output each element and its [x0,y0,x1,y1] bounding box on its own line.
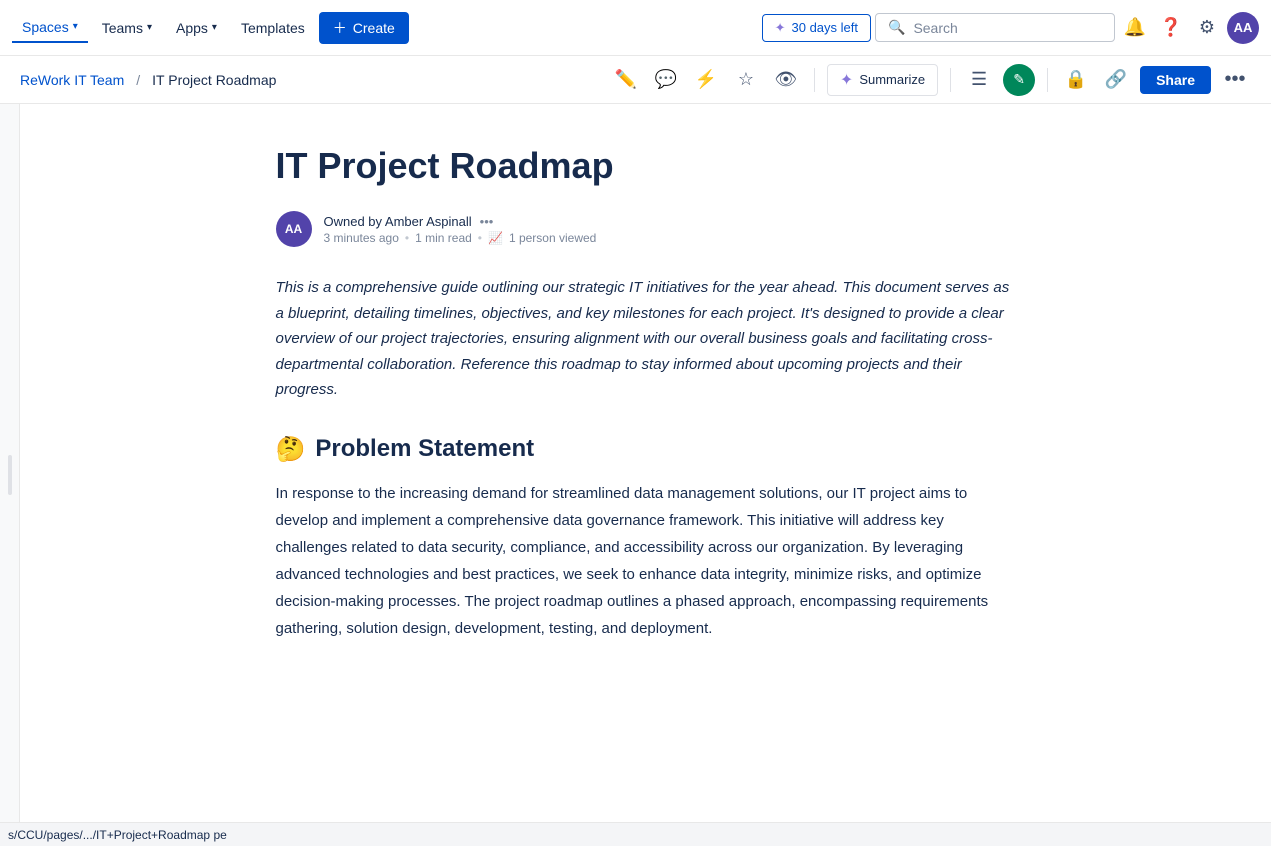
spaces-label: Spaces [22,19,69,35]
create-button[interactable]: ＋ Create [319,12,409,44]
gear-icon: ⚙ [1199,17,1215,38]
more-options-button[interactable]: ••• [1219,64,1251,96]
trial-badge[interactable]: ✦ 30 days left [762,14,871,42]
apps-label: Apps [176,20,208,36]
url-text: s/CCU/pages/.../IT+Project+Roadmap [8,828,210,842]
apps-chevron-icon: ▾ [212,22,217,33]
watch-button[interactable]: 👁 [770,64,802,96]
nav-apps[interactable]: Apps ▾ [166,14,227,42]
section1-title: Problem Statement [315,435,534,463]
nav-templates[interactable]: Templates [231,14,315,42]
activity-button[interactable]: ⚡ [690,64,722,96]
owner-more-options[interactable]: ••• [480,214,494,229]
views-icon: 📈 [488,231,503,245]
link-icon: 🔗 [1105,69,1127,90]
notifications-button[interactable]: 🔔 [1119,12,1151,44]
read-time: 1 min read [415,231,472,245]
avatar-initials: AA [1234,20,1253,35]
toolbar-divider-2 [950,68,951,92]
document-toolbar: ReWork IT Team / IT Project Roadmap ✏️ 💬… [0,56,1271,104]
status-url: s/CCU/pages/.../IT+Project+Roadmap pe [8,828,227,842]
list-button[interactable]: ☰ [963,64,995,96]
lock-button[interactable]: 🔒 [1060,64,1092,96]
editor-icon: ✎ [1013,71,1025,88]
summarize-label: Summarize [859,72,925,87]
time-ago: 3 minutes ago [324,231,399,245]
search-icon: 🔍 [888,19,905,36]
sidebar [0,104,20,846]
comment-button[interactable]: 💬 [650,64,682,96]
owner-info: Owned by Amber Aspinall ••• [324,214,597,229]
user-avatar[interactable]: AA [1227,12,1259,44]
ai-sparkle-icon: ✦ [840,70,853,90]
search-box[interactable]: 🔍 Search [875,13,1115,42]
document-intro: This is a comprehensive guide outlining … [276,275,1016,403]
lock-icon: 🔒 [1065,69,1087,90]
settings-button[interactable]: ⚙ [1191,12,1223,44]
author-initials: AA [285,222,302,236]
teams-chevron-icon: ▾ [147,22,152,33]
status-bar: s/CCU/pages/.../IT+Project+Roadmap pe [0,822,1271,846]
breadcrumb-team[interactable]: ReWork IT Team [20,72,124,88]
url-suffix: pe [213,828,226,842]
templates-label: Templates [241,20,305,36]
summarize-button[interactable]: ✦ Summarize [827,64,938,96]
teams-label: Teams [102,20,143,36]
create-label: Create [353,20,395,36]
document-title: IT Project Roadmap [276,144,1016,187]
ellipsis-icon: ••• [1224,68,1245,91]
section1-heading: 🤔 Problem Statement [276,435,1016,464]
create-plus-icon: ＋ [333,18,347,38]
section1-body: In response to the increasing demand for… [276,480,1016,642]
owner-text: Owned by Amber Aspinall [324,214,472,229]
bell-icon: 🔔 [1124,17,1146,38]
pencil-icon: ✏️ [615,69,637,90]
star-icon: ☆ [738,69,754,90]
edit-button[interactable]: ✏️ [610,64,642,96]
lightning-icon: ⚡ [695,69,717,90]
spaces-chevron-icon: ▾ [73,21,78,32]
list-icon: ☰ [971,69,987,90]
main-layout: IT Project Roadmap AA Owned by Amber Asp… [0,104,1271,846]
sep2: • [478,231,482,245]
help-button[interactable]: ❓ [1155,12,1187,44]
help-icon: ❓ [1160,17,1182,38]
toolbar-divider-3 [1047,68,1048,92]
content-area: IT Project Roadmap AA Owned by Amber Asp… [196,104,1096,846]
breadcrumb-current-page: IT Project Roadmap [152,72,276,88]
sep1: • [405,231,409,245]
search-placeholder: Search [913,20,957,36]
document-metadata: AA Owned by Amber Aspinall ••• 3 minutes… [276,211,1016,247]
breadcrumb-separator: / [136,72,140,88]
views-count: 1 person viewed [509,231,596,245]
comment-icon: 💬 [655,69,677,90]
eye-icon: 👁 [774,69,797,90]
author-avatar: AA [276,211,312,247]
sparkle-icon: ✦ [775,20,786,36]
toolbar-divider [814,68,815,92]
nav-teams[interactable]: Teams ▾ [92,14,162,42]
meta-details: Owned by Amber Aspinall ••• 3 minutes ag… [324,214,597,245]
link-button[interactable]: 🔗 [1100,64,1132,96]
editor-avatar[interactable]: ✎ [1003,64,1035,96]
share-button[interactable]: Share [1140,66,1211,94]
meta-stats: 3 minutes ago • 1 min read • 📈 1 person … [324,231,597,245]
sidebar-handle[interactable] [8,455,12,495]
share-label: Share [1156,72,1195,88]
nav-spaces[interactable]: Spaces ▾ [12,13,88,43]
trial-label: 30 days left [792,20,859,35]
section1-emoji: 🤔 [276,435,306,464]
top-navigation: Spaces ▾ Teams ▾ Apps ▾ Templates ＋ Crea… [0,0,1271,56]
star-button[interactable]: ☆ [730,64,762,96]
